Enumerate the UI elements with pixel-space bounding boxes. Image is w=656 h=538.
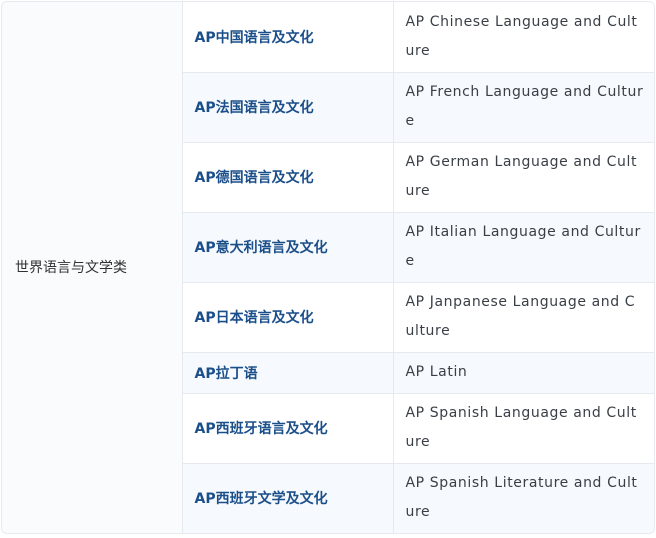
course-chinese-name: AP法国语言及文化 [182,71,394,143]
course-table-frame: 世界语言与文学类 AP中国语言及文化 AP Chinese Language a… [1,1,655,534]
course-chinese-name: AP西班牙文学及文化 [182,462,394,533]
course-english-name: AP French Language and Culture [392,71,654,143]
course-chinese-name: AP拉丁语 [182,351,394,394]
course-chinese-name: AP意大利语言及文化 [182,211,394,283]
course-english-name: AP Chinese Language and Culture [392,2,654,73]
course-english-name: AP Italian Language and Culture [392,211,654,283]
table-row: 世界语言与文学类 AP中国语言及文化 AP Chinese Language a… [2,2,654,533]
course-english-name: AP Latin [392,351,654,394]
course-english-name: AP Janpanese Language and Culture [392,281,654,353]
category-cell: 世界语言与文学类 [2,2,183,533]
course-english-name: AP Spanish Literature and Culture [392,462,654,533]
course-english-name: AP German Language and Culture [392,141,654,213]
course-chinese-name: AP中国语言及文化 [181,2,394,73]
course-chinese-name: AP西班牙语言及文化 [182,392,394,464]
course-chinese-name: AP德国语言及文化 [182,141,394,213]
course-table: 世界语言与文学类 AP中国语言及文化 AP Chinese Language a… [2,2,654,533]
course-chinese-name: AP日本语言及文化 [182,281,394,353]
course-english-name: AP Spanish Language and Culture [392,392,654,464]
